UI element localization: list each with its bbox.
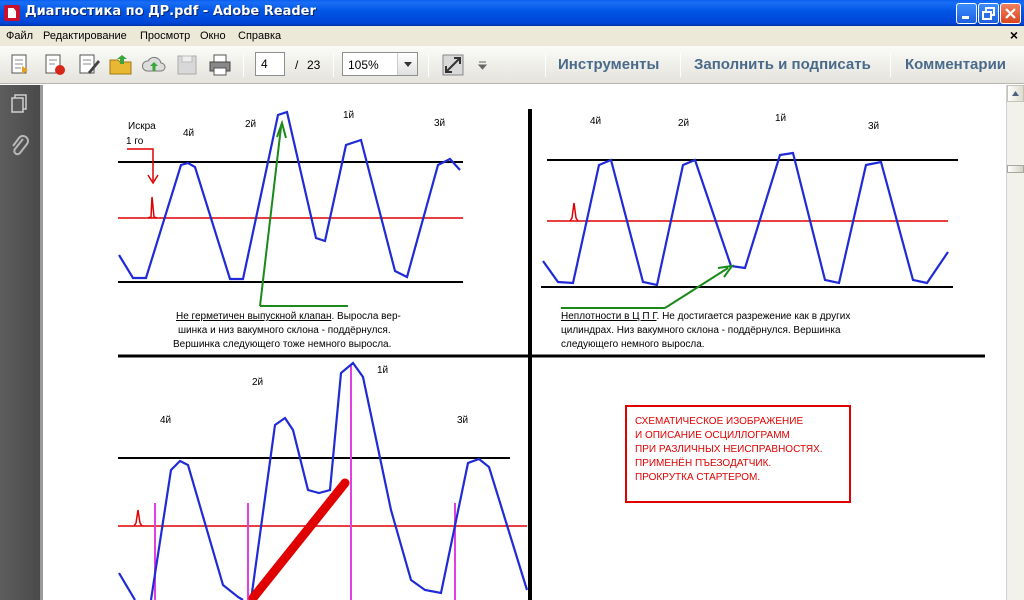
menu-help[interactable]: Справка	[238, 30, 281, 42]
attachment-icon[interactable]	[9, 135, 31, 161]
menu-file[interactable]: Файл	[6, 30, 33, 42]
cylinder-label: 4й	[160, 415, 172, 426]
menu-view[interactable]: Просмотр	[140, 30, 190, 42]
minimize-button[interactable]	[956, 3, 977, 24]
open-folder-icon[interactable]	[108, 52, 134, 78]
info-box: СХЕМАТИЧЕСКОЕ ИЗОБРАЖЕНИЕ И ОПИСАНИЕ ОСЦ…	[625, 405, 851, 503]
cylinder-label: 4й	[183, 128, 195, 139]
zoom-value: 105%	[348, 58, 379, 72]
comments-button[interactable]: Комментарии	[905, 56, 1006, 73]
adobe-reader-icon	[4, 5, 20, 21]
page-number-input[interactable]	[255, 52, 285, 76]
edit-document-icon[interactable]	[76, 52, 102, 78]
chevron-down-icon[interactable]	[397, 53, 417, 75]
window-title: Диагностика по ДР.pdf - Adobe Reader	[25, 4, 316, 19]
document-page: Искра 1 го 4й 2й 1й 3й Не герметичен вып…	[43, 85, 1006, 600]
create-pdf-icon[interactable]	[8, 52, 34, 78]
info-line: ПРИМЕНЁН ПЪЕЗОДАТЧИК.	[635, 458, 772, 469]
menu-bar: Файл Редактирование Просмотр Окно Справк…	[0, 26, 1024, 46]
pages-icon[interactable]	[9, 93, 31, 115]
vertical-scrollbar[interactable]	[1006, 85, 1024, 600]
fill-sign-button[interactable]: Заполнить и подписать	[694, 56, 871, 73]
diagram-description: Не герметичен выпускной клапан. Выросла …	[176, 311, 401, 322]
tools-button[interactable]: Инструменты	[558, 56, 659, 73]
diagram-description: следующего немного выросла.	[561, 339, 705, 350]
scroll-thumb[interactable]	[1007, 165, 1024, 173]
page-separator: /	[295, 58, 299, 72]
zoom-select[interactable]: 105%	[342, 52, 418, 76]
menu-window[interactable]: Окно	[200, 30, 226, 42]
info-line: И ОПИСАНИЕ ОСЦИЛЛОГРАММ	[635, 430, 790, 441]
spark-label-cylinder: 1 го	[126, 136, 144, 147]
close-document-icon[interactable]: ×	[1010, 27, 1018, 43]
page-total: 23	[307, 58, 321, 72]
create-pdf-red-icon[interactable]	[42, 52, 68, 78]
menu-edit[interactable]: Редактирование	[43, 30, 127, 42]
upload-cloud-icon[interactable]	[141, 52, 167, 78]
diagram-description: шинка и низ вакумного склона - поддёрнул…	[178, 325, 391, 336]
info-line: СХЕМАТИЧЕСКОЕ ИЗОБРАЖЕНИЕ	[635, 416, 804, 427]
spark-label: Искра	[128, 121, 156, 132]
title-bar: Диагностика по ДР.pdf - Adobe Reader	[0, 0, 1024, 26]
customize-toolbar-icon[interactable]	[476, 52, 502, 78]
fullscreen-icon[interactable]	[440, 52, 466, 78]
cylinder-label: 1й	[377, 365, 389, 376]
print-icon[interactable]	[207, 52, 233, 78]
cylinder-label: 2й	[252, 377, 264, 388]
diagram-description: Неплотности в Ц П Г. Не достигается разр…	[561, 311, 851, 322]
cylinder-label: 3й	[457, 415, 469, 426]
restore-button[interactable]	[978, 3, 999, 24]
cylinder-label: 1й	[343, 110, 355, 121]
navigation-panel	[0, 85, 43, 600]
diagram-description: Вершинка следующего тоже немного выросла…	[173, 339, 392, 350]
cylinder-label: 3й	[434, 118, 446, 129]
close-button[interactable]	[1000, 3, 1021, 24]
scroll-up-button[interactable]	[1007, 85, 1024, 102]
save-icon[interactable]	[174, 52, 200, 78]
cylinder-label: 2й	[678, 118, 690, 129]
cylinder-label: 2й	[245, 119, 257, 130]
cylinder-label: 3й	[868, 121, 880, 132]
info-line: ПРИ РАЗЛИЧНЫХ НЕИСПРАВНОСТЯХ.	[635, 444, 823, 455]
cylinder-label: 4й	[590, 116, 602, 127]
diagram-description: цилиндрах. Низ вакумного склона - поддёр…	[561, 325, 841, 336]
cylinder-label: 1й	[775, 113, 787, 124]
info-line: ПРОКРУТКА СТАРТЕРОМ.	[635, 472, 761, 483]
